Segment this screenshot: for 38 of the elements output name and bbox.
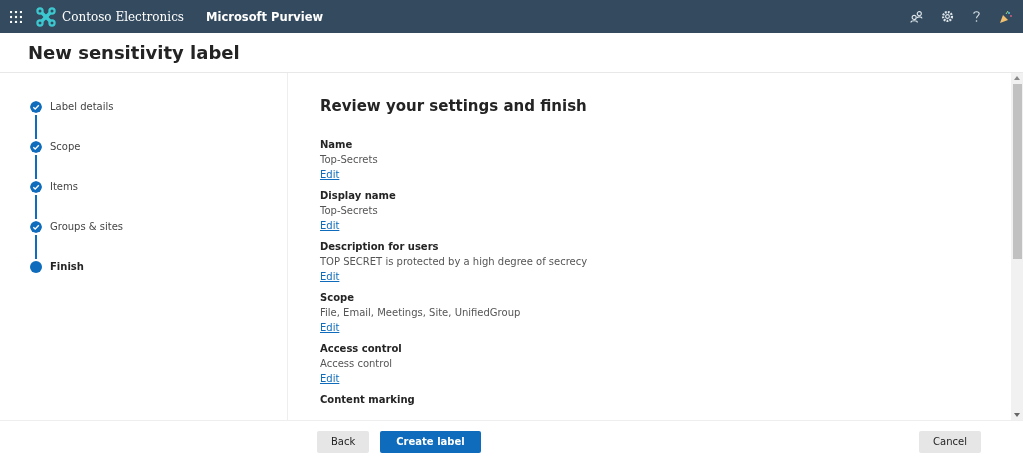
setting-label: Content marking (320, 393, 416, 407)
setting-value: Access control (320, 357, 394, 371)
create-label-button[interactable]: Create label (380, 430, 481, 453)
drone-logo-icon (36, 6, 56, 27)
people-icon[interactable] (910, 10, 923, 23)
setting-label: Display name (320, 189, 397, 203)
scroll-up-icon[interactable] (1014, 76, 1020, 80)
cancel-button[interactable]: Cancel (919, 430, 981, 453)
scrollbar-thumb[interactable] (1012, 84, 1022, 259)
setting-value: File, Email, Meetings, Site, UnifiedGroup (320, 306, 522, 320)
setting-label: Scope (320, 291, 355, 305)
setting-label: Access control (320, 342, 403, 356)
setting-value: Top-Secrets (320, 204, 379, 218)
step-label[interactable]: Label details (50, 101, 114, 113)
app-launcher-icon[interactable] (10, 10, 22, 23)
edit-link[interactable]: Edit (320, 373, 340, 384)
setting-label: Description for users (320, 240, 440, 254)
step-label[interactable]: Scope (50, 141, 81, 153)
page-title: New sensitivity label (28, 42, 240, 63)
scroll-down-icon[interactable] (1014, 413, 1020, 417)
review-heading: Review your settings and finish (320, 97, 588, 115)
settings-icon[interactable] (941, 10, 954, 23)
help-icon[interactable] (972, 10, 981, 23)
setting-value: TOP SECRET is protected by a high degree of secrecy (320, 255, 589, 269)
step-label[interactable]: Groups & sites (50, 221, 124, 233)
edit-link[interactable]: Edit (320, 271, 340, 282)
party-popper-icon[interactable] (999, 9, 1013, 24)
edit-link[interactable]: Edit (320, 169, 340, 180)
back-button[interactable]: Back (317, 430, 370, 453)
setting-label: Name (320, 138, 354, 152)
edit-link[interactable]: Edit (320, 220, 340, 231)
edit-link[interactable]: Edit (320, 322, 340, 333)
organization-name: Contoso Electronics (62, 9, 185, 24)
setting-value: Top-Secrets (320, 153, 379, 167)
step-label[interactable]: Finish (50, 261, 84, 273)
app-name[interactable]: Microsoft Purview (206, 9, 324, 24)
step-label[interactable]: Items (50, 181, 78, 193)
scrollbar[interactable] (1011, 73, 1023, 420)
